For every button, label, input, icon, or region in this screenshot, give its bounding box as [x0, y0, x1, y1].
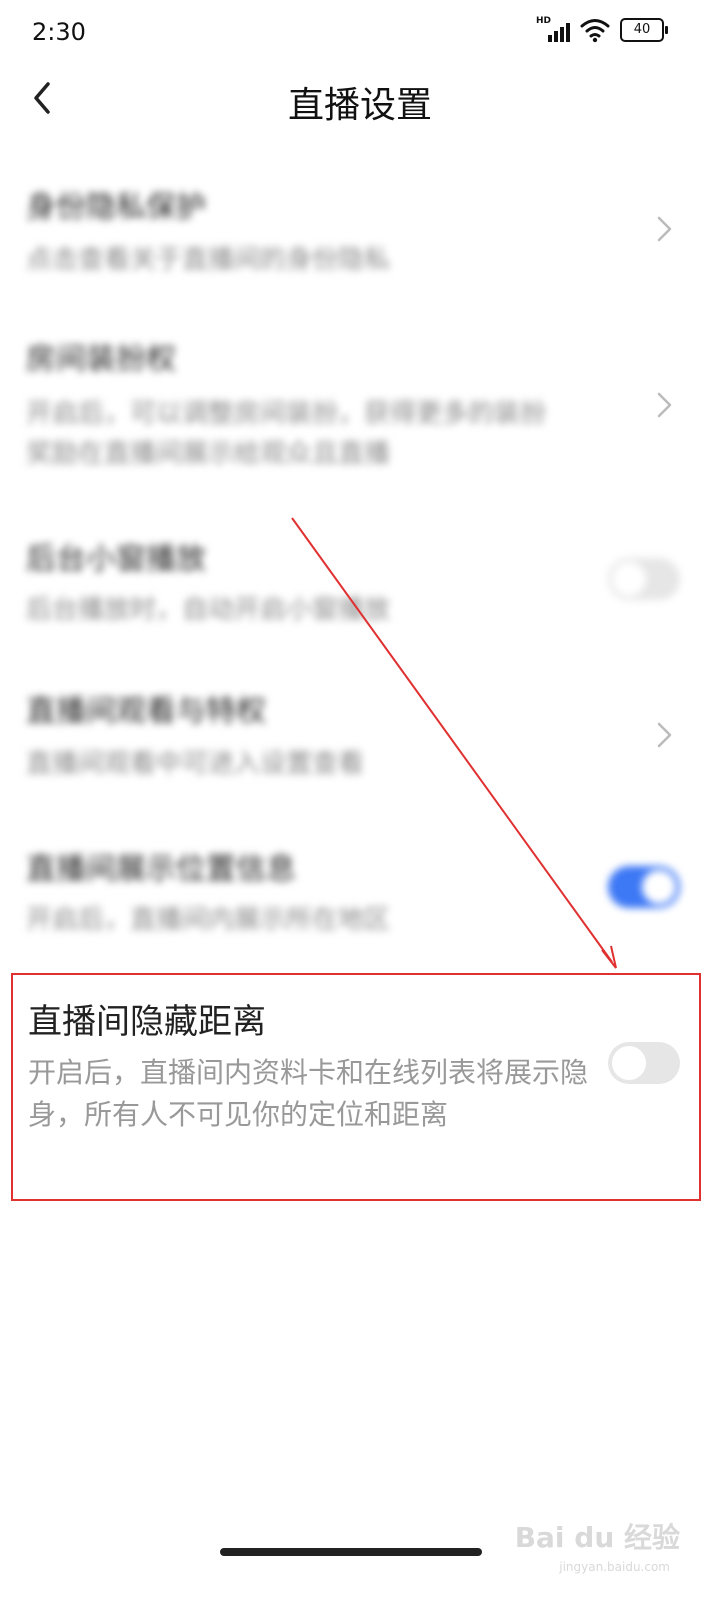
page-title: 直播设置 [287, 85, 432, 126]
status-icons: HD 40 [536, 16, 668, 44]
setting-desc-hide-distance: 开启后，直播间内资料卡和在线列表将展示隐身，所有人不可见你的定位和距离 [28, 1056, 589, 1131]
setting-row-watch-privilege[interactable]: 直播间观看与特权 直播间观看中可进入设置查看 [0, 676, 720, 796]
battery-level: 40 [633, 22, 651, 37]
setting-title: 房间装扮权 [26, 342, 176, 377]
setting-desc: 开启后，直播间内展示所在地区 [26, 905, 391, 935]
chevron-right-icon [657, 722, 672, 748]
hd-signal-icon: HD [536, 16, 570, 44]
setting-title: 直播间观看与特权 [26, 694, 266, 729]
setting-row-location-display: 直播间展示位置信息 开启后，直播间内展示所在地区 [0, 834, 720, 954]
baidu-watermark-url: jingyan.baidu.com [559, 1560, 670, 1574]
setting-title: 后台小窗播放 [26, 542, 206, 577]
chevron-right-icon [657, 216, 672, 242]
toggle-switch[interactable] [608, 558, 680, 600]
setting-title-hide-distance: 直播间隐藏距离 [28, 1002, 266, 1042]
setting-title: 身份隐私保护 [26, 190, 206, 225]
setting-desc: 开启后，可以调整房间装扮，获得更多的装扮奖励在直播间展示给观众且直播 [26, 399, 547, 469]
baidu-watermark: Bai du 经验 [514, 1521, 680, 1554]
setting-title: 直播间展示位置信息 [26, 852, 296, 887]
battery-icon: 40 [620, 18, 668, 42]
status-bar: 2:30 HD 40 [0, 0, 720, 64]
setting-desc: 直播间观看中可进入设置查看 [26, 749, 365, 779]
setting-row-identity-privacy[interactable]: 身份隐私保护 点击查看关于直播间的身份隐私 [0, 170, 720, 300]
toggle-switch[interactable] [608, 866, 680, 908]
wifi-icon [580, 19, 610, 43]
setting-desc: 点击查看关于直播间的身份隐私 [26, 245, 391, 275]
status-time: 2:30 [32, 18, 86, 46]
chevron-right-icon [657, 392, 672, 418]
header: 直播设置 [0, 64, 720, 132]
setting-desc: 后台播放时，自动开启小窗播放 [26, 595, 391, 625]
home-indicator[interactable] [220, 1548, 482, 1556]
hide-distance-toggle[interactable] [608, 1042, 680, 1084]
setting-row-room-decor[interactable]: 房间装扮权 开启后，可以调整房间装扮，获得更多的装扮奖励在直播间展示给观众且直播 [0, 326, 720, 486]
setting-row-background-play: 后台小窗播放 后台播放时，自动开启小窗播放 [0, 520, 720, 640]
